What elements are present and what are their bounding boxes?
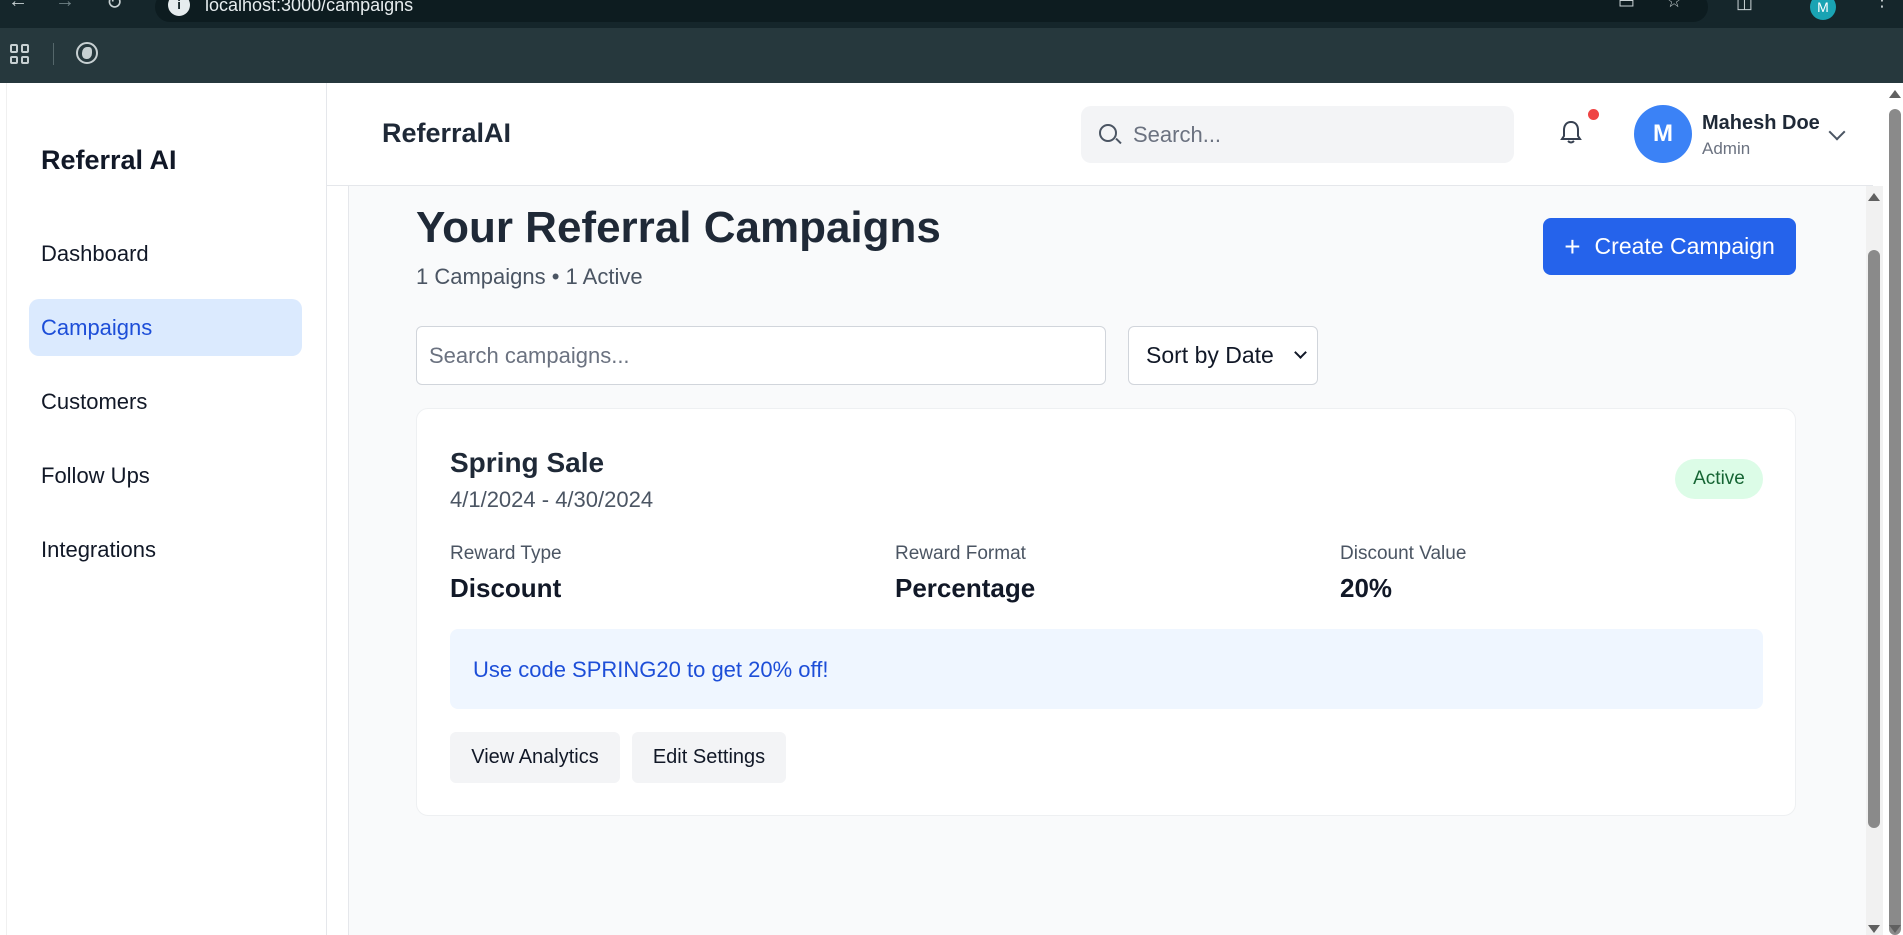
header-title: ReferralAI [382,118,512,148]
edit-settings-button[interactable]: Edit Settings [632,732,786,783]
extensions-icon[interactable]: ◫ [1736,0,1753,13]
campaign-dates: 4/1/2024 - 4/30/2024 [450,487,654,512]
bookmarks-bar [0,28,1903,83]
install-app-icon[interactable]: ▭ [1618,0,1635,13]
create-campaign-label: Create Campaign [1594,233,1775,259]
sidebar-edge [0,83,7,935]
forward-arrow-icon[interactable]: → [55,0,75,13]
sidebar-item-campaigns[interactable]: Campaigns [29,299,302,356]
sidebar [0,83,327,935]
campaign-name: Spring Sale [450,447,605,478]
page-scrollbar-thumb[interactable] [1889,109,1901,935]
user-name[interactable]: Mahesh Doe [1702,112,1820,135]
page-scroll-up-icon[interactable] [1889,90,1901,98]
campaign-search-input[interactable] [416,326,1106,385]
global-search-input[interactable] [1133,108,1503,161]
discount-value-value: 20% [1340,573,1393,603]
promo-message: Use code SPRING20 to get 20% off! [473,657,829,682]
page-title: Your Referral Campaigns [416,203,941,252]
sidebar-item-follow-ups[interactable]: Follow Ups [29,447,302,504]
reward-format-value: Percentage [895,573,1036,603]
plus-icon: + [1564,230,1581,262]
reward-type-value: Discount [450,573,562,603]
sidebar-brand: Referral AI [41,145,177,175]
view-analytics-button[interactable]: View Analytics [450,732,620,783]
reward-type-label: Reward Type [450,543,562,564]
page-scroll-down-icon[interactable] [1889,925,1901,933]
bookmarks-divider [53,43,54,65]
browser-profile-avatar[interactable]: M [1810,0,1836,20]
create-campaign-button[interactable]: + Create Campaign [1543,218,1796,275]
address-bar-url: localhost:3000/campaigns [205,0,414,15]
sidebar-item-integrations[interactable]: Integrations [29,521,302,578]
bell-icon[interactable] [1560,120,1582,144]
notification-dot [1588,109,1599,120]
content-scroll-down-icon[interactable] [1868,925,1880,933]
campaign-card [416,408,1796,816]
browser-toolbar: ← → ↻ i localhost:3000/campaigns ▭ ☆ ◫ M… [0,0,1903,28]
sort-select[interactable]: Sort by Date [1128,326,1318,385]
reload-icon[interactable]: ↻ [106,0,123,15]
browser-menu-icon[interactable]: ⋮ [1873,0,1891,11]
apps-grid-icon[interactable] [10,44,30,64]
content-scrollbar-thumb[interactable] [1868,250,1880,828]
user-role: Admin [1702,139,1751,158]
back-arrow-icon[interactable]: ← [8,0,28,13]
sidebar-item-dashboard[interactable]: Dashboard [29,225,302,282]
bookmark-star-icon[interactable]: ☆ [1666,0,1682,12]
content-scroll-up-icon[interactable] [1868,193,1880,201]
avatar[interactable]: M [1634,105,1692,163]
status-badge: Active [1675,459,1763,499]
reward-format-label: Reward Format [895,543,1026,564]
search-icon [1099,124,1117,142]
campaign-count-summary: 1 Campaigns • 1 Active [416,264,643,289]
globe-icon[interactable] [76,42,98,64]
sidebar-item-customers[interactable]: Customers [29,373,302,430]
discount-value-label: Discount Value [1340,543,1467,564]
